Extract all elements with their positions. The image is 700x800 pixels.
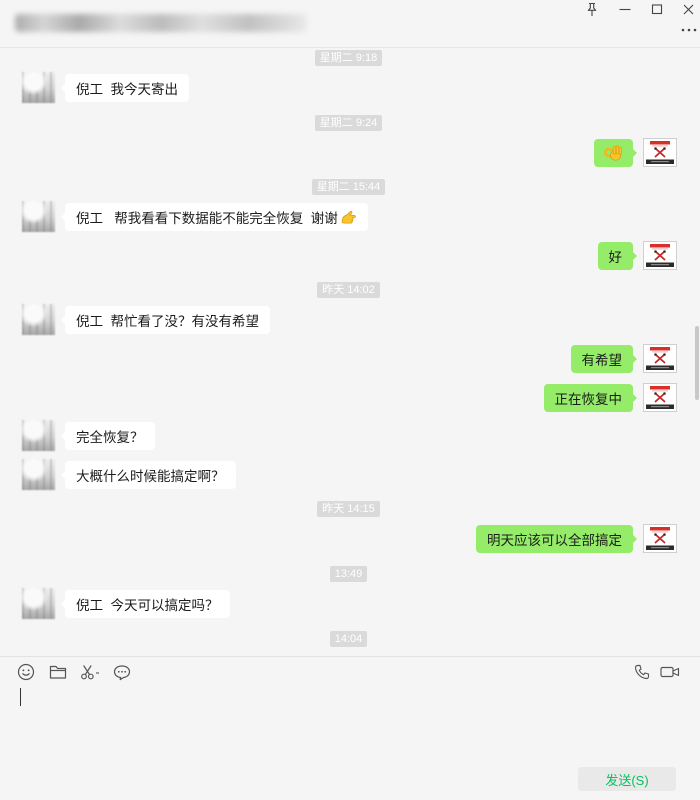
self-avatar[interactable] [643, 241, 677, 270]
minimize-icon [619, 8, 631, 11]
message-list[interactable]: 星期二 9:18 倪工 我今天寄出 星期二 9:24 星期二 15:44 倪工 … [0, 48, 697, 656]
self-avatar[interactable] [643, 524, 677, 553]
message-text: 倪工 帮我看看下数据能不能完全恢复 谢谢 [76, 211, 338, 227]
maximize-button[interactable] [645, 0, 669, 20]
message-row: 完全恢复？ [0, 420, 697, 452]
message-row: 倪工 我今天寄出 [0, 72, 697, 103]
chat-title-blurred [15, 14, 307, 32]
message-text: 有希望 [581, 352, 623, 368]
phone-icon [634, 664, 650, 680]
message-bubble[interactable]: 倪工 帮忙看了没？有没有希望 [60, 306, 271, 335]
chat-history-button[interactable] [112, 662, 132, 682]
timestamp-label: 星期二 9:18 [314, 50, 383, 66]
timestamp-label: 13:49 [329, 565, 368, 582]
message-row [0, 139, 697, 167]
contact-avatar[interactable] [22, 304, 55, 336]
pin-icon [587, 2, 597, 16]
composer-divider [0, 656, 700, 657]
folder-icon [49, 665, 67, 679]
timestamp: 星期二 9:24 [0, 113, 697, 131]
close-button[interactable] [677, 0, 700, 20]
message-text: 完全恢复？ [76, 430, 144, 446]
screenshot-button[interactable] [78, 662, 102, 682]
timestamp: 13:49 [0, 564, 697, 582]
video-camera-icon [660, 666, 680, 678]
message-bubble[interactable] [594, 138, 637, 167]
contact-avatar[interactable] [22, 72, 55, 103]
more-button[interactable] [677, 22, 700, 38]
timestamp: 星期二 9:18 [0, 48, 697, 66]
message-row: 倪工 今天可以搞定吗？ [0, 587, 697, 619]
message-input[interactable] [0, 682, 700, 760]
message-row: 有希望 [0, 345, 697, 373]
send-file-button[interactable] [48, 662, 68, 682]
timestamp-label: 昨天 14:02 [317, 282, 380, 299]
message-bubble[interactable]: 倪工 帮我看看下数据能不能完全恢复 谢谢 [61, 203, 368, 232]
message-bubble[interactable]: 完全恢复？ [61, 422, 155, 451]
message-row: 倪工 帮我看看下数据能不能完全恢复 谢谢 [0, 201, 697, 233]
emoji-button[interactable] [16, 662, 36, 682]
message-row: 倪工 帮忙看了没？有没有希望 [0, 304, 697, 336]
message-bubble[interactable]: 有希望 [570, 344, 637, 373]
hand-emoji [341, 211, 356, 224]
message-text: 倪工 我今天寄出 [76, 82, 179, 97]
timestamp: 昨天 14:15 [0, 499, 697, 518]
message-bubble[interactable]: 明天应该可以全部搞定 [476, 525, 637, 554]
message-bubble[interactable]: 正在恢复中 [543, 383, 637, 412]
chat-header [0, 0, 700, 48]
minimize-button[interactable] [613, 0, 637, 20]
message-bubble[interactable]: 大概什么时候能搞定啊？ [61, 460, 236, 489]
ok-hand-emoji [604, 144, 622, 161]
message-text: 好 [608, 249, 623, 265]
chat-bubble-icon [113, 665, 131, 681]
more-icon [681, 28, 697, 32]
message-row: 正在恢复中 [0, 384, 697, 412]
message-row: 好 [0, 242, 697, 270]
scissors-icon [81, 665, 99, 680]
contact-avatar[interactable] [22, 201, 55, 233]
message-text: 大概什么时候能搞定啊？ [76, 468, 225, 484]
close-icon [683, 4, 694, 15]
contact-avatar[interactable] [22, 458, 55, 490]
pin-button[interactable] [580, 0, 604, 20]
message-bubble[interactable]: 倪工 我今天寄出 [60, 74, 190, 102]
self-avatar[interactable] [643, 344, 677, 373]
video-call-button[interactable] [659, 662, 681, 682]
timestamp-label: 14:04 [329, 630, 368, 647]
voice-call-button[interactable] [632, 662, 652, 682]
self-avatar[interactable] [643, 138, 677, 167]
smiley-icon [17, 663, 35, 681]
timestamp: 星期二 15:44 [0, 177, 697, 196]
timestamp-label: 星期二 15:44 [311, 179, 386, 196]
timestamp: 昨天 14:02 [0, 280, 697, 299]
maximize-icon [651, 4, 663, 15]
message-bubble[interactable]: 倪工 今天可以搞定吗？ [61, 589, 230, 618]
message-row: 大概什么时候能搞定啊？ [0, 458, 697, 490]
send-button[interactable]: 发送(S) [578, 767, 676, 791]
message-text: 正在恢复中 [554, 391, 623, 407]
message-bubble[interactable]: 好 [597, 241, 637, 270]
message-row: 明天应该可以全部搞定 [0, 524, 697, 554]
timestamp-label: 星期二 9:24 [314, 114, 383, 131]
timestamp: 14:04 [0, 629, 697, 647]
self-avatar[interactable] [643, 383, 677, 412]
message-text: 倪工 帮忙看了没？有没有希望 [76, 314, 260, 330]
contact-avatar[interactable] [22, 587, 55, 619]
message-text: 明天应该可以全部搞定 [487, 533, 622, 549]
text-cursor [20, 688, 21, 706]
message-text: 倪工 今天可以搞定吗？ [76, 597, 219, 613]
contact-avatar[interactable] [22, 420, 55, 452]
chat-scrollbar[interactable] [695, 326, 699, 400]
timestamp-label: 昨天 14:15 [317, 501, 380, 518]
